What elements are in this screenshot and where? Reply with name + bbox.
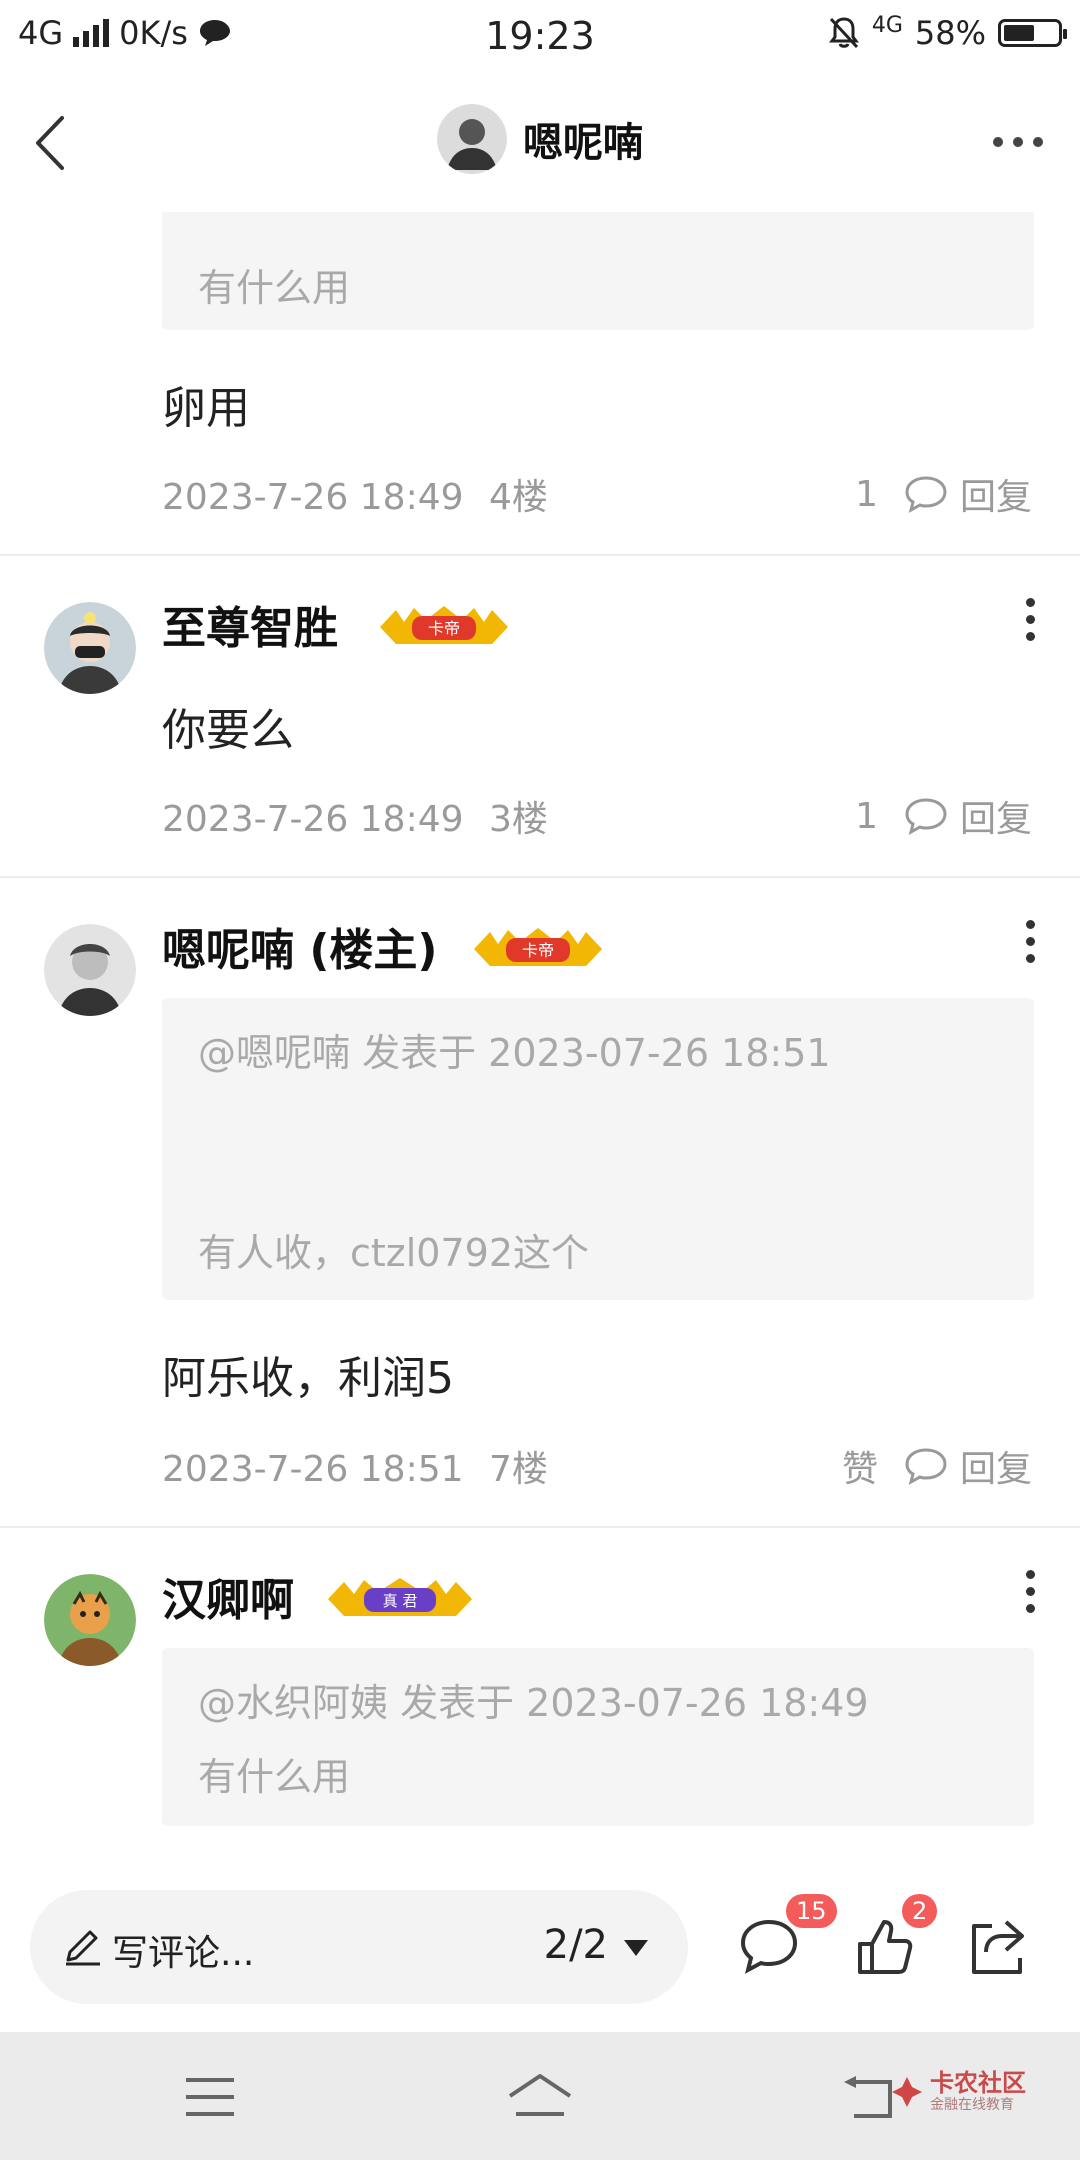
pen-icon (66, 1930, 100, 1966)
badge-label: 真 君 (383, 1592, 418, 1610)
comment-text: 你要么 (162, 705, 294, 756)
like-count[interactable]: 1 (855, 474, 878, 515)
battery-fill (1004, 25, 1034, 41)
header: 嗯呢喃 (0, 72, 1080, 212)
quote-line: 有什么用 (198, 1755, 351, 1799)
comment-input[interactable]: 写评论... 2/2 (30, 1890, 688, 2004)
like-count-badge: 2 (902, 1894, 938, 1928)
like-button[interactable]: 赞 (842, 1440, 878, 1492)
reply-button[interactable]: 回复 (904, 1440, 1032, 1492)
reply-button[interactable]: 回复 (904, 468, 1032, 520)
kanong-logo-icon (892, 2077, 922, 2107)
badge-label: 卡帝 (522, 941, 554, 960)
quote-line: @水织阿姨 发表于 2023-07-26 18:49 (198, 1681, 869, 1725)
quote-line: 有人收，ctzl0792这个 (198, 1231, 590, 1275)
kebab-menu-icon[interactable] (1020, 598, 1040, 648)
divider (0, 1526, 1080, 1528)
page-indicator[interactable]: 2/2 (544, 1922, 608, 1968)
header-avatar[interactable] (437, 104, 507, 174)
comment-date: 2023-7-26 18:49 (162, 477, 464, 518)
divider (0, 876, 1080, 878)
kebab-menu-icon[interactable] (1020, 1570, 1040, 1620)
home-icon[interactable] (504, 2070, 576, 2124)
badge-label: 卡帝 (428, 619, 460, 638)
comment-date: 2023-7-26 18:49 (162, 799, 464, 840)
menu-icon[interactable] (180, 2070, 240, 2124)
user-avatar[interactable] (44, 1574, 136, 1666)
comment-text: 阿乐收，利润5 (162, 1353, 454, 1404)
comment-date: 2023-7-26 18:51 (162, 1449, 464, 1490)
divider (0, 554, 1080, 556)
kebab-menu-icon[interactable] (1020, 920, 1040, 970)
reply-label: 回复 (959, 799, 1032, 840)
reply-label: 回复 (959, 1449, 1032, 1490)
comment-count-badge: 15 (786, 1894, 837, 1928)
comment-placeholder: 写评论... (112, 1933, 255, 1974)
like-count[interactable]: 1 (855, 796, 878, 837)
watermark: 卡农社区 金融在线教育 (890, 2070, 1026, 2114)
username[interactable]: 汉卿啊 (162, 1564, 294, 1628)
battery-icon (998, 19, 1067, 47)
share-icon[interactable] (962, 1912, 1032, 1982)
back-nav-icon[interactable] (838, 2070, 898, 2124)
bottom-toolbar: 写评论... 2/2 15 2 (0, 1852, 1080, 2032)
comment-list[interactable]: 有什么用 卵用 2023-7-26 18:49 4楼 1 回复 至尊智胜 卡帝 … (0, 212, 1080, 1852)
quote-block: 有什么用 (162, 212, 1034, 330)
quote-line: 有什么用 (198, 266, 351, 310)
comment-floor: 3楼 (488, 799, 548, 840)
username[interactable]: 至尊智胜 (162, 592, 338, 656)
caret-down-icon[interactable] (624, 1940, 648, 1956)
reply-button[interactable]: 回复 (904, 790, 1032, 842)
badge-icon: 卡帝 (380, 606, 508, 644)
reply-label: 回复 (959, 477, 1032, 518)
mute-bell-icon (828, 17, 859, 49)
more-options-icon[interactable] (988, 122, 1048, 162)
network-type-right: 4G (871, 12, 903, 38)
page-title: 嗯呢喃 (523, 120, 643, 166)
quote-line: @嗯呢喃 发表于 2023-07-26 18:51 (198, 1031, 831, 1075)
user-avatar[interactable] (44, 924, 136, 1016)
badge-icon: 卡帝 (474, 928, 602, 966)
watermark-subtitle: 金融在线教育 (930, 2097, 1014, 2113)
system-navigation-bar: 卡农社区 金融在线教育 (0, 2032, 1080, 2160)
comment-text: 卵用 (162, 383, 250, 434)
watermark-title: 卡农社区 (930, 2069, 1026, 2097)
badge-icon: 真 君 (328, 1578, 472, 1616)
comment-floor: 7楼 (488, 1449, 548, 1490)
comment-bubble-icon (905, 1448, 947, 1485)
quote-block: @嗯呢喃 发表于 2023-07-26 18:51 有人收，ctzl0792这个 (162, 998, 1034, 1300)
status-bar: 4G 0K/s 19:23 4G 58% (0, 0, 1080, 72)
battery-percent: 58% (914, 14, 986, 52)
comment-bubble-icon (905, 476, 947, 513)
quote-block: @水织阿姨 发表于 2023-07-26 18:49 有什么用 (162, 1648, 1034, 1826)
comment-bubble-icon (905, 798, 947, 835)
user-avatar[interactable] (44, 602, 136, 694)
username[interactable]: 嗯呢喃 (楼主) (162, 914, 438, 978)
comment-floor: 4楼 (488, 477, 548, 518)
